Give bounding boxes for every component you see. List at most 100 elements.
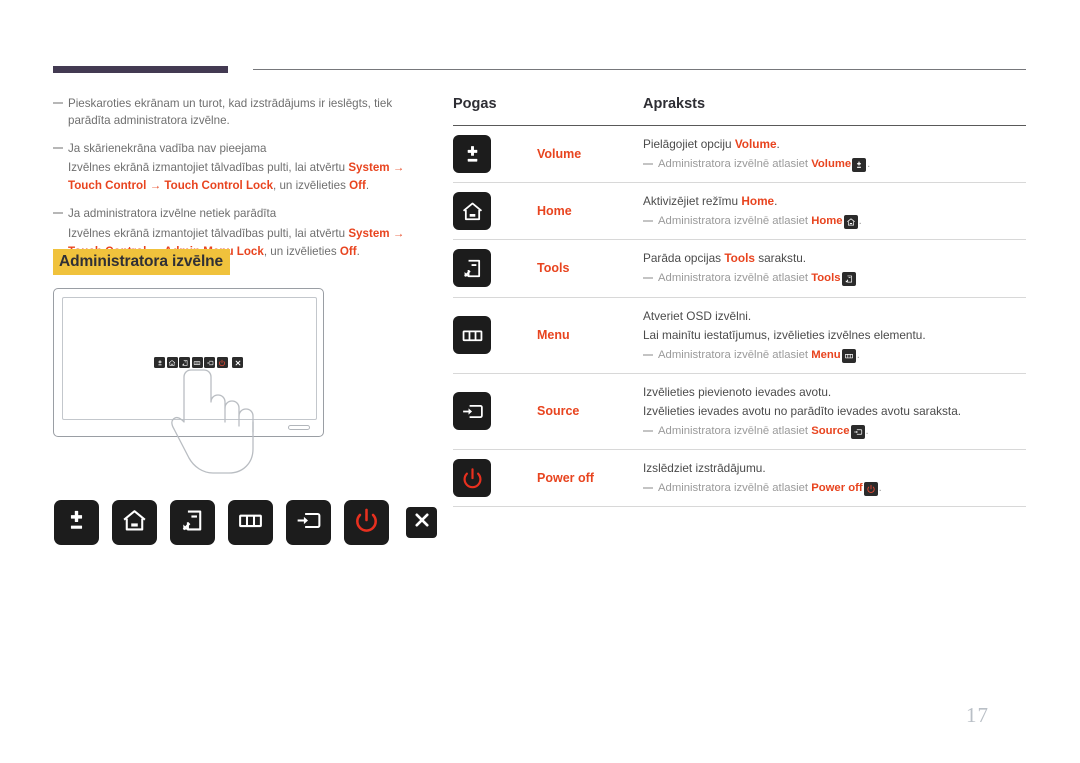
page-title: Administratora izvēlne	[53, 249, 231, 276]
note-text-run: , un izvēlieties	[263, 245, 340, 259]
description-text-run: Atveriet OSD izvēlni.	[643, 308, 752, 323]
cell-description: Aktivizējiet režīmu Home. Administratora …	[643, 192, 1026, 230]
inline-tools-icon	[841, 272, 856, 287]
subnote-text-run: Administratora izvēlnē atlasiet	[658, 272, 812, 285]
notes-column: Pieskaroties ekrānam un turot, kad izstr…	[53, 96, 423, 272]
inline-source-icon	[850, 425, 865, 440]
cell-description: Parāda opcijas Tools sarakstu. Administra…	[643, 249, 1026, 287]
subnote-dash-icon	[643, 430, 653, 433]
note-accent-term: System	[348, 227, 390, 241]
key-source[interactable]	[286, 500, 331, 545]
subnote-accent-term: Power off	[811, 482, 863, 495]
note-item: Ja skārienekrāna vadība nav pieejama Izvē…	[53, 141, 423, 196]
description-text-run: Lai mainītu iestatījumus, izvēlieties iz…	[643, 327, 926, 342]
volume-icon[interactable]	[453, 135, 491, 174]
page-number: 17	[966, 703, 989, 727]
table-row: Power off Izslēdziet izstrādājumu. Adminis…	[453, 450, 1026, 508]
cell-description: Izslēdziet izstrādājumu. Administratora i…	[643, 459, 1026, 497]
subnote-text-run: Administratora izvēlnē atlasiet	[658, 215, 812, 228]
inline-power-icon	[863, 482, 878, 497]
home-icon	[120, 506, 149, 540]
note-heading: Pieskaroties ekrānam un turot, kad izstr…	[68, 97, 393, 127]
note-heading: Ja skārienekrāna vadība nav pieejama	[68, 141, 267, 155]
subnote-text-run: .	[858, 215, 862, 228]
key-menu[interactable]	[228, 500, 273, 545]
cell-button-icon	[453, 249, 537, 288]
description-line: Pielāgojiet opciju Volume.	[643, 135, 1020, 154]
tools-icon[interactable]	[453, 249, 491, 288]
description-text-run: Parāda opcijas	[643, 251, 725, 266]
note-accent-term: →	[389, 227, 405, 241]
description-text-run: Izvēlieties ievades avotu no parādīto ie…	[643, 403, 962, 418]
key-tools[interactable]	[170, 500, 215, 545]
subnote-accent-term: Home	[811, 215, 843, 228]
key-home[interactable]	[112, 500, 157, 545]
header-rule-line	[253, 69, 1026, 70]
subnote-accent-term: Menu	[811, 348, 841, 361]
note-text-run: , un izvēlieties	[273, 179, 350, 193]
manual-page: Pieskaroties ekrānam un turot, kad izstr…	[0, 0, 1080, 763]
description-accent-term: Volume	[734, 137, 777, 151]
subnote-text-run: .	[867, 158, 871, 171]
subnote-text-run: Administratora izvēlnē atlasiet	[658, 158, 812, 171]
button-description-table: Pogas Apraksts Volume Pielāgojiet opciju …	[453, 96, 1026, 508]
subnote-text-run: .	[878, 482, 882, 495]
source-icon	[294, 506, 323, 540]
note-text-run: Izvēlnes ekrānā izmantojiet tālvadības p…	[68, 227, 349, 241]
description-text-run: .	[774, 194, 778, 209]
note-dash-icon	[53, 146, 63, 149]
description-subnote: Administratora izvēlnē atlasiet Menu.	[643, 346, 1020, 364]
cell-button-name: Home	[537, 204, 572, 219]
cell-button-icon	[453, 192, 537, 231]
subnote-text-run: Administratora izvēlnē atlasiet	[658, 482, 812, 495]
subnote-accent-term: Volume	[811, 158, 852, 171]
cell-button-icon	[453, 135, 537, 174]
table-header-row: Pogas Apraksts	[453, 96, 1026, 126]
table-row: Tools Parāda opcijas Tools sarakstu. Admin…	[453, 240, 1026, 298]
cell-button-name: Source	[537, 404, 580, 419]
cell-description: Pielāgojiet opciju Volume. Administratora…	[643, 135, 1026, 173]
description-line: Izslēdziet izstrādājumu.	[643, 459, 1020, 478]
note-accent-term: →	[146, 179, 165, 193]
subnote-accent-term: Tools	[811, 272, 841, 285]
note-accent-term: Touch Control Lock	[164, 179, 274, 193]
note-accent-term: Off	[339, 245, 357, 259]
subnote-accent-term: Source	[811, 425, 850, 438]
table-row: Volume Pielāgojiet opciju Volume. Administ…	[453, 126, 1026, 184]
cell-description: Izvēlieties pievienoto ievades avotu. Izv…	[643, 383, 1026, 440]
description-text-run: Pielāgojiet opciju	[643, 137, 735, 151]
table-body: Volume Pielāgojiet opciju Volume. Administ…	[453, 126, 1026, 508]
description-text-run: sarakstu.	[754, 251, 807, 266]
power-icon	[352, 506, 381, 540]
power-icon[interactable]	[453, 459, 491, 498]
description-accent-term: Tools	[724, 251, 755, 266]
touchscreen-display-illustration	[53, 288, 333, 478]
key-power[interactable]	[344, 500, 389, 545]
description-text-run: Aktivizējiet režīmu	[643, 194, 742, 209]
cell-button-icon	[453, 459, 537, 498]
description-line: Aktivizējiet režīmu Home.	[643, 192, 1020, 211]
source-icon[interactable]	[453, 392, 491, 431]
description-line: Izvēlieties ievades avotu no parādīto ie…	[643, 402, 1020, 421]
volume-icon	[62, 506, 91, 540]
table-row: Menu Atveriet OSD izvēlni. Lai mainītu ies…	[453, 298, 1026, 374]
menu-icon[interactable]	[453, 316, 491, 355]
cell-button-name: Tools	[537, 261, 570, 276]
description-text-run: .	[776, 137, 780, 151]
note-accent-term: System	[348, 161, 390, 175]
key-volume[interactable]	[54, 500, 99, 545]
table-row: Source Izvēlieties pievienoto ievades avo…	[453, 374, 1026, 451]
description-line: Izvēlieties pievienoto ievades avotu.	[643, 383, 1020, 402]
close-icon	[411, 509, 433, 536]
note-text-run: .	[365, 179, 370, 193]
key-close[interactable]	[406, 507, 437, 538]
description-text-run: Izslēdziet izstrādājumu.	[643, 461, 766, 476]
cell-button-name: Power off	[537, 471, 594, 486]
cell-button-icon	[453, 392, 537, 431]
cell-button-name: Volume	[537, 147, 582, 162]
cell-description: Atveriet OSD izvēlni. Lai mainītu iestatī…	[643, 307, 1026, 364]
note-subtext: Izvēlnes ekrānā izmantojiet tālvadības p…	[68, 159, 423, 195]
column-header-description: Apraksts	[643, 96, 706, 112]
subnote-dash-icon	[643, 487, 653, 490]
home-icon[interactable]	[453, 192, 491, 231]
